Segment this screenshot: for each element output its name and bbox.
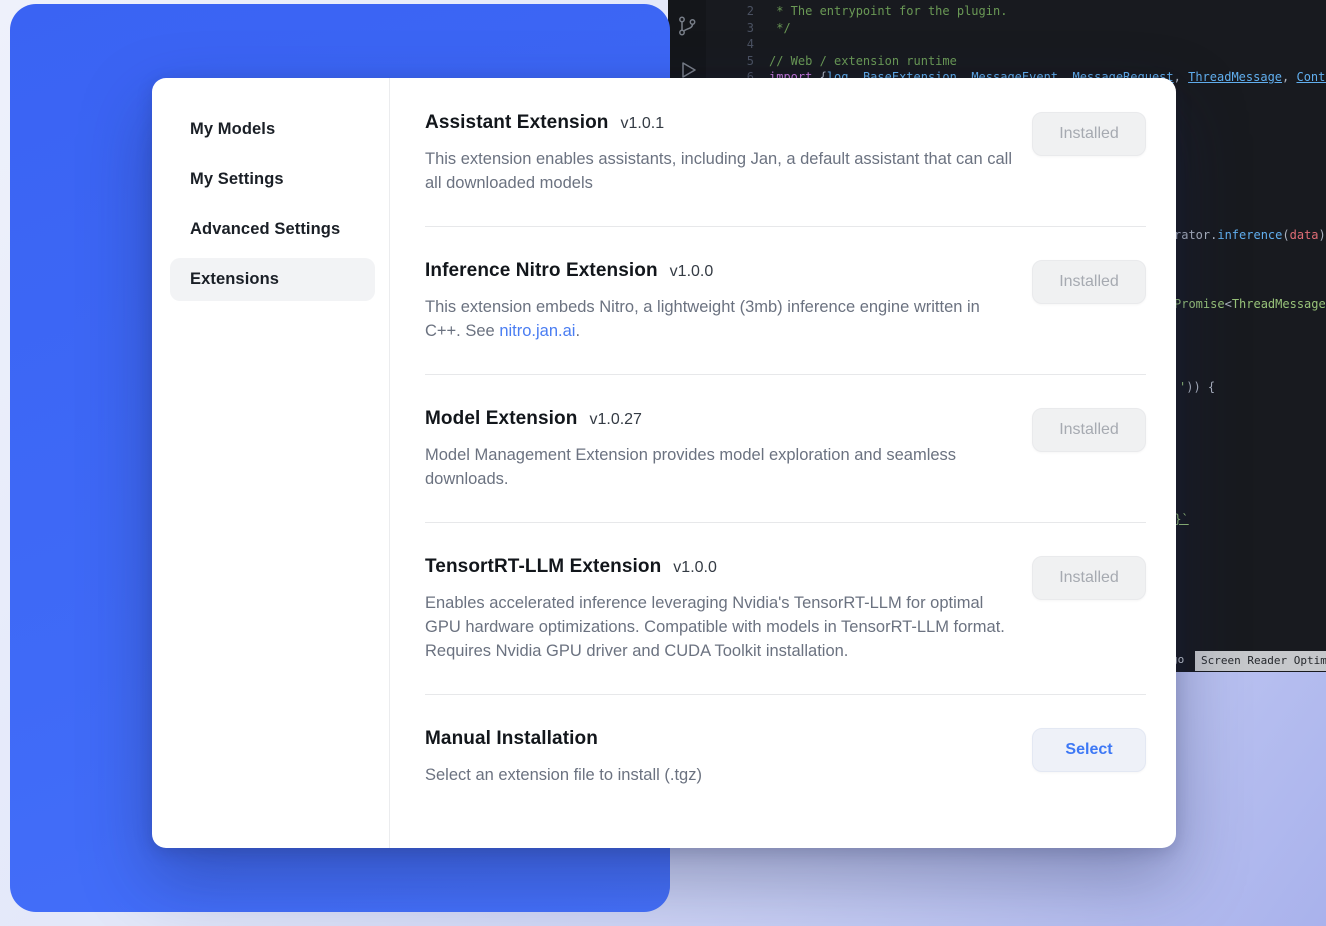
extension-title-row: Inference Nitro Extension v1.0.0: [425, 260, 1015, 282]
nitro-jan-ai-link[interactable]: nitro.jan.ai: [499, 322, 575, 340]
extension-description: Enables accelerated inference leveraging…: [425, 591, 1015, 663]
line-number: 4: [734, 36, 754, 53]
line-number: 3: [734, 20, 754, 37]
extension-info: TensortRT-LLM Extension v1.0.0 Enables a…: [425, 556, 1015, 663]
extension-info: Inference Nitro Extension v1.0.0 This ex…: [425, 260, 1015, 343]
extension-title: Model Extension: [425, 408, 577, 430]
installed-button[interactable]: Installed: [1032, 556, 1146, 600]
description-text: .: [575, 322, 580, 340]
extension-title: TensortRT-LLM Extension: [425, 556, 661, 578]
line-number: 5: [734, 53, 754, 70]
extension-row-assistant: Assistant Extension v1.0.1 This extensio…: [425, 112, 1146, 227]
code-line: 5 // Web / extension runtime: [734, 53, 1326, 70]
manual-installation-description: Select an extension file to install (.tg…: [425, 763, 702, 787]
sidebar-item-extensions[interactable]: Extensions: [170, 258, 375, 301]
code-text: * The entrypoint for the plugin.: [769, 3, 1007, 20]
extension-version: v1.0.0: [673, 559, 717, 577]
extension-row-inference-nitro: Inference Nitro Extension v1.0.0 This ex…: [425, 227, 1146, 375]
settings-sidebar: My Models My Settings Advanced Settings …: [152, 78, 390, 848]
code-text: // Web / extension runtime: [769, 53, 957, 70]
extension-title-row: Assistant Extension v1.0.1: [425, 112, 1015, 134]
extension-title: Assistant Extension: [425, 112, 609, 134]
code-line: 3 */: [734, 20, 1326, 37]
extension-version: v1.0.1: [621, 115, 665, 133]
extension-description: This extension enables assistants, inclu…: [425, 147, 1015, 195]
extension-title-row: Model Extension v1.0.27: [425, 408, 1015, 430]
line-number: 2: [734, 3, 754, 20]
screen-reader-badge[interactable]: Screen Reader Optimized: [1195, 651, 1326, 671]
extension-title-row: TensortRT-LLM Extension v1.0.0: [425, 556, 1015, 578]
sidebar-item-my-settings[interactable]: My Settings: [170, 158, 375, 201]
manual-installation-row: Manual Installation Select an extension …: [425, 695, 1146, 807]
code-fragment: ')) {: [1179, 379, 1215, 395]
source-control-icon[interactable]: [675, 14, 699, 38]
select-file-button[interactable]: Select: [1032, 728, 1146, 772]
code-line: 2 * The entrypoint for the plugin.: [734, 3, 1326, 20]
code-text: */: [769, 20, 791, 37]
extension-info: Assistant Extension v1.0.1 This extensio…: [425, 112, 1015, 195]
extension-version: v1.0.27: [589, 411, 641, 429]
extension-title-row: Manual Installation: [425, 728, 702, 750]
installed-button[interactable]: Installed: [1032, 408, 1146, 452]
extension-row-tensorrt-llm: TensortRT-LLM Extension v1.0.0 Enables a…: [425, 523, 1146, 695]
extensions-list: Assistant Extension v1.0.1 This extensio…: [390, 78, 1176, 848]
extension-row-model: Model Extension v1.0.27 Model Management…: [425, 375, 1146, 523]
code-fragment: rator.inference(data));: [1174, 227, 1326, 243]
manual-installation-title: Manual Installation: [425, 728, 598, 750]
extension-description: This extension embeds Nitro, a lightweig…: [425, 295, 1015, 343]
extension-title: Inference Nitro Extension: [425, 260, 658, 282]
sidebar-item-advanced-settings[interactable]: Advanced Settings: [170, 208, 375, 251]
code-fragment: Promise<ThreadMessage>: [1174, 296, 1326, 312]
code-lines: 2 * The entrypoint for the plugin. 3 */ …: [734, 3, 1326, 86]
installed-button[interactable]: Installed: [1032, 260, 1146, 304]
settings-dialog: My Models My Settings Advanced Settings …: [152, 78, 1176, 848]
extension-description: Model Management Extension provides mode…: [425, 443, 1015, 491]
installed-button[interactable]: Installed: [1032, 112, 1146, 156]
sidebar-item-my-models[interactable]: My Models: [170, 108, 375, 151]
extension-info: Manual Installation Select an extension …: [425, 728, 702, 787]
extension-info: Model Extension v1.0.27 Model Management…: [425, 408, 1015, 491]
code-line: 4: [734, 36, 1326, 53]
extension-version: v1.0.0: [670, 263, 714, 281]
